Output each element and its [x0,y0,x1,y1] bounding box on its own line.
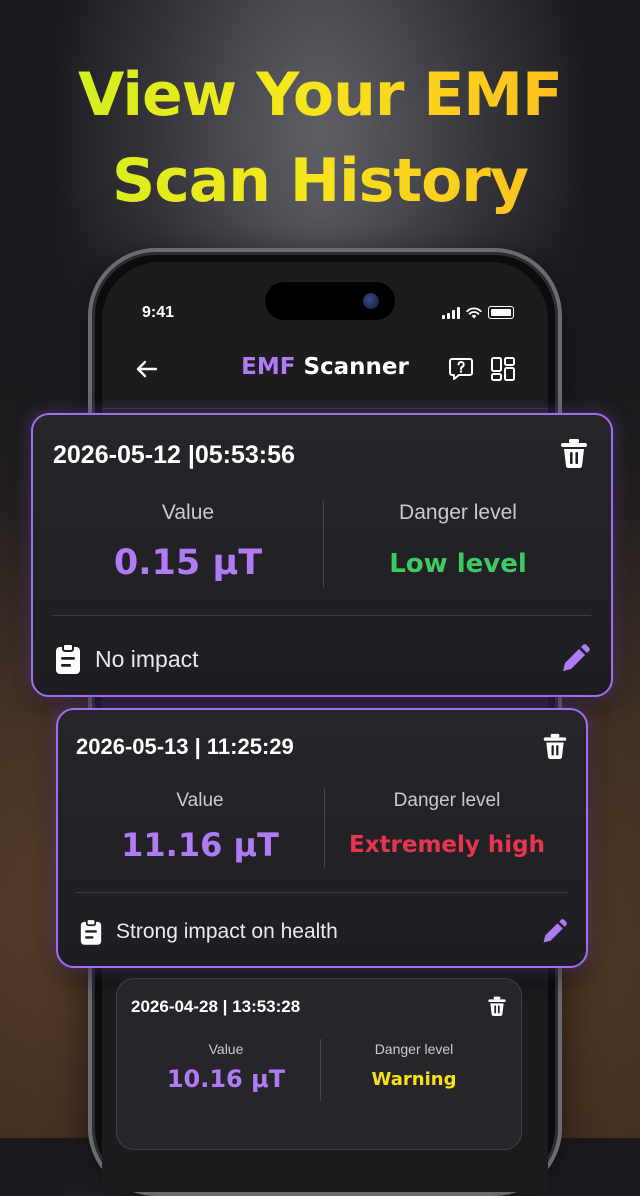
danger-column: Danger level Low level [323,501,593,579]
record-datetime: 2026-04-28 | 13:53:28 [131,997,301,1016]
danger-level-value: Extremely high [348,832,546,858]
headline-line-2: Scan History [0,138,640,224]
app-title-accent: EMF [241,354,296,380]
promo-headline: View Your EMF Scan History [0,52,640,224]
value-reading: 10.16 μT [166,1065,286,1093]
clipboard-icon [80,918,102,945]
value-column: Value 0.15 μT [53,501,323,583]
impact-note: No impact [55,643,199,675]
record-datetime: 2026-05-12 |05:53:56 [53,441,295,469]
impact-note: Strong impact on health [80,918,338,946]
value-reading: 0.15 μT [113,543,263,583]
danger-label: Danger level [374,1041,454,1057]
value-label: Value [176,790,224,811]
trash-icon[interactable] [559,437,589,469]
dynamic-island [265,282,395,320]
app-title-rest: Scanner [303,354,409,380]
value-label: Value [208,1041,244,1057]
impact-note-text: Strong impact on health [116,920,338,943]
impact-note-text: No impact [95,645,199,672]
card-divider [76,892,568,893]
status-time: 9:41 [142,304,175,321]
danger-level-value: Warning [371,1069,457,1090]
history-record-card[interactable]: 2026-05-13 | 11:25:29 Value 11.16 μT Dan… [56,708,588,968]
danger-label: Danger level [399,501,517,524]
clipboard-icon [56,643,80,674]
danger-column: Danger level Warning [320,1041,508,1090]
trash-icon[interactable] [487,995,507,1017]
status-icons [442,306,514,319]
headline-line-1: View Your EMF [0,52,640,138]
value-reading: 11.16 μT [121,826,279,864]
value-label: Value [161,501,215,524]
grid-layout-icon[interactable] [488,354,518,384]
app-title: EMF Scanner [102,354,548,380]
history-record-card[interactable]: 2026-04-28 | 13:53:28 Value 10.16 μT Dan… [116,978,522,1150]
danger-label: Danger level [393,790,501,811]
app-bar: EMF Scanner [102,342,548,402]
value-column: Value 10.16 μT [131,1041,321,1093]
value-column: Value 11.16 μT [76,790,324,864]
pencil-icon[interactable] [540,918,568,946]
history-record-card[interactable]: 2026-05-12 |05:53:56 Value 0.15 μT Dange… [31,413,613,697]
appbar-divider [102,408,548,409]
camera-icon [363,293,379,309]
pencil-icon[interactable] [559,643,591,675]
danger-column: Danger level Extremely high [324,790,570,858]
battery-icon [488,306,514,319]
wifi-icon [466,306,482,318]
cellular-signal-icon [442,306,460,319]
help-chat-icon[interactable] [446,354,476,384]
record-datetime: 2026-05-13 | 11:25:29 [76,734,294,759]
card-divider [53,615,591,616]
danger-level-value: Low level [389,549,527,579]
trash-icon[interactable] [542,732,568,760]
